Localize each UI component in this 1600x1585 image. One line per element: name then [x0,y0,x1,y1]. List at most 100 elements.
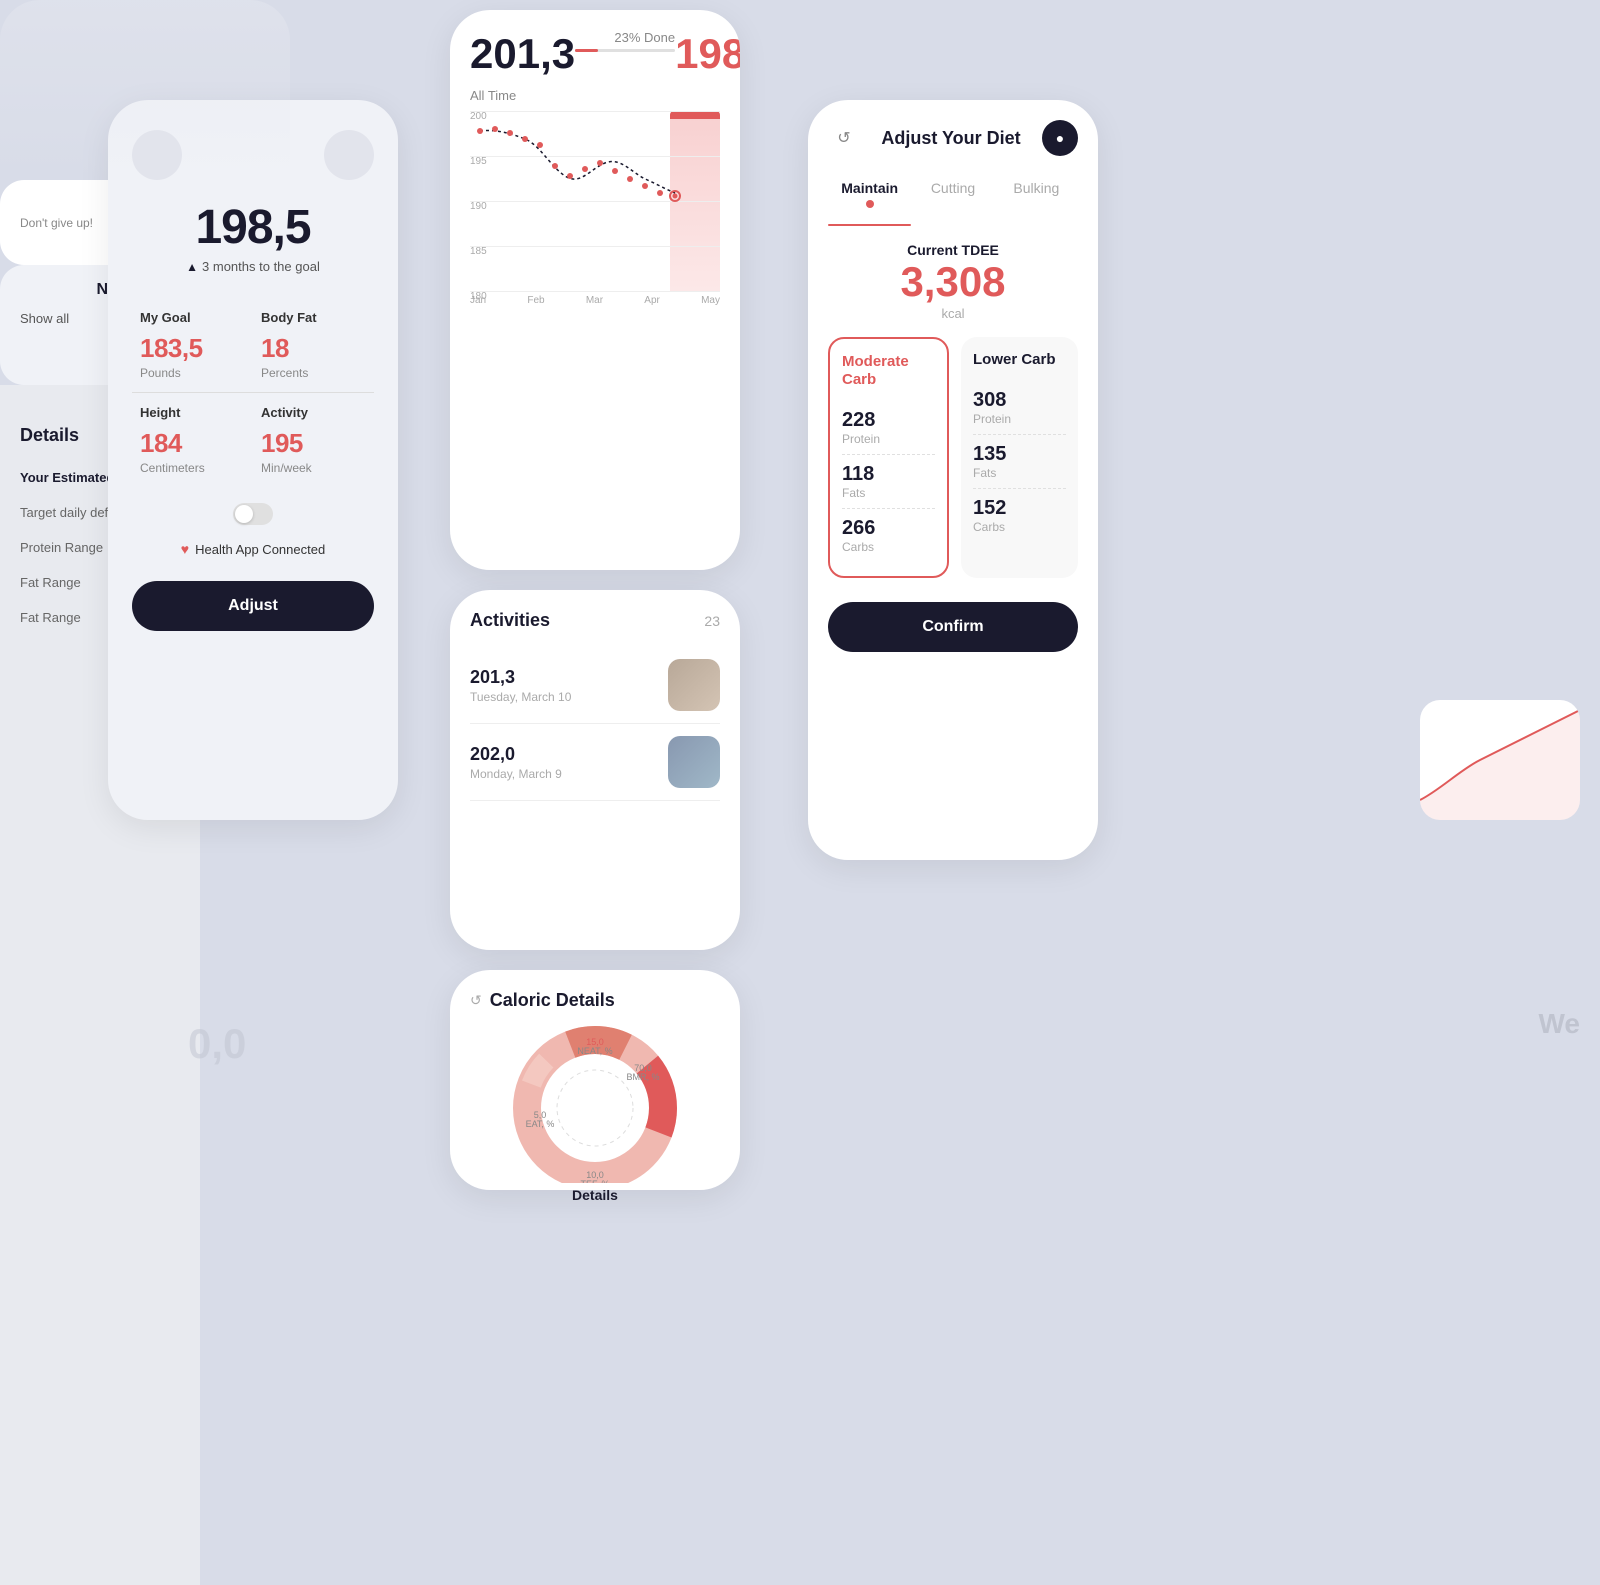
activity-unit: Min/week [261,461,366,475]
diet-settings-button[interactable]: ● [1042,120,1078,156]
diet-tabs: Maintain Cutting Bulking [828,172,1078,204]
panel-chart-peek [1420,700,1580,820]
panel-chart-svg [1420,700,1580,820]
moderate-carbs-value: 266 [842,517,935,540]
goal-text: 3 months to the goal [202,259,320,274]
x-label-may: May [701,295,720,306]
progress-fill [575,49,598,52]
caloric-title: Caloric Details [490,990,615,1011]
diet-card: ↺ Adjust Your Diet ● Maintain Cutting Bu… [808,100,1098,860]
chart-main-value: 201,3 [470,30,575,78]
lower-protein-label: Protein [973,412,1066,426]
tdee-value: 3,308 [828,258,1078,306]
tdee-section: Current TDEE 3,308 kcal [828,242,1078,321]
health-connected: ♥ Health App Connected [181,541,325,557]
avatar-body-2 [668,736,720,788]
tab-bulking[interactable]: Bulking [995,172,1078,204]
x-label-feb: Feb [527,295,544,306]
height-cell: Height 184 Centimeters [132,393,253,487]
chart-time-label: All Time [470,88,720,103]
avatar-body-1 [668,659,720,711]
tab-maintain[interactable]: Maintain [828,172,911,204]
activity-info-2: 202,0 Monday, March 9 [470,744,562,781]
heart-icon: ♥ [181,541,189,557]
tdee-unit: kcal [828,306,1078,321]
svg-text:BMR, %: BMR, % [626,1072,659,1082]
activity-item-1[interactable]: 201,3 Tuesday, March 10 [470,647,720,724]
chart-progress: 23% Done [575,30,675,52]
toggle-row [233,503,273,525]
activities-count: 23 [704,613,720,629]
x-label-apr: Apr [644,295,660,306]
lower-carbs-value: 152 [973,497,1066,520]
health-text: Health App Connected [195,542,325,557]
activity-item-2[interactable]: 202,0 Monday, March 9 [470,724,720,801]
moderate-protein-value: 228 [842,409,935,432]
lower-fats-label: Fats [973,466,1066,480]
lower-carb-card: Lower Carb 308 Protein 135 Fats 152 Carb… [961,337,1078,578]
chart-weight-main: 201,3 [470,30,575,78]
lower-carbs-label: Carbs [973,520,1066,534]
trophy-subtitle: Don't give up! [20,216,93,230]
caloric-details-label: Details [470,1187,720,1203]
my-goal-cell: My Goal 183,5 Pounds [132,298,253,392]
activities-title: Activities [470,610,550,631]
height-value: 184 [140,428,245,459]
chart-svg [470,111,720,291]
chart-area: 200 195 190 185 180 [470,111,720,291]
donut-chart-area: 70,0 BMR, % 15,0 NEAT, % 10,0 TEF, % 5,0… [505,1023,685,1183]
moderate-carb-card: Moderate Carb 228 Protein 118 Fats 266 C… [828,337,949,578]
main-weight: 198,5 [195,200,310,255]
left-phone-card: 198,5 ▲ 3 months to the goal My Goal 183… [108,100,398,820]
moderate-fats-row: 118 Fats [842,455,935,509]
activity-value: 195 [261,428,366,459]
confirm-button[interactable]: Confirm [828,602,1078,652]
caloric-refresh-icon[interactable]: ↺ [470,992,482,1009]
chart-card: 201,3 23% Done 198,5 All Time 200 195 19… [450,10,740,570]
lower-carbs-row: 152 Carbs [973,489,1066,542]
x-axis: Jan Feb Mar Apr May [470,291,720,310]
goal-subtitle: ▲ 3 months to the goal [186,259,320,274]
panel-we-text: We [1539,1008,1581,1040]
tab-underline [828,224,911,226]
diet-refresh-icon[interactable]: ↺ [828,122,860,154]
diet-title: Adjust Your Diet [881,128,1020,149]
moderate-carb-title: Moderate Carb [842,353,935,389]
lower-carb-title: Lower Carb [973,351,1066,369]
donut-svg: 70,0 BMR, % 15,0 NEAT, % 10,0 TEF, % 5,0… [505,1023,685,1183]
moderate-fats-label: Fats [842,486,935,500]
bottom-weight-display: 0,0 [188,1020,246,1068]
macro-cards: Moderate Carb 228 Protein 118 Fats 266 C… [828,337,1078,578]
tab-cutting[interactable]: Cutting [911,172,994,204]
activity-weight-1: 201,3 [470,667,571,688]
activities-card: Activities 23 201,3 Tuesday, March 10 20… [450,590,740,950]
svg-text:NEAT, %: NEAT, % [577,1046,612,1056]
activity-avatar-1 [668,659,720,711]
body-fat-cell: Body Fat 18 Percents [253,298,374,392]
progress-track [575,49,675,52]
lower-protein-value: 308 [973,389,1066,412]
caloric-card: ↺ Caloric Details 70,0 BMR, % 15,0 NEAT,… [450,970,740,1190]
show-all-button[interactable]: Show all [20,311,69,326]
activity-info-1: 201,3 Tuesday, March 10 [470,667,571,704]
body-fat-unit: Percents [261,366,366,380]
adjust-button[interactable]: Adjust [132,581,374,631]
moderate-carbs-row: 266 Carbs [842,509,935,562]
my-goal-value: 183,5 [140,333,245,364]
activity-cell: Activity 195 Min/week [253,393,374,487]
activity-date-2: Monday, March 9 [470,767,562,781]
left-card-reflection [0,0,290,180]
diet-header: ↺ Adjust Your Diet ● [828,120,1078,156]
activity-label: Activity [261,405,366,420]
svg-text:EAT, %: EAT, % [526,1119,555,1129]
lower-fats-row: 135 Fats [973,435,1066,489]
height-unit: Centimeters [140,461,245,475]
tdee-label: Current TDEE [828,242,1078,258]
activity-date-1: Tuesday, March 10 [470,690,571,704]
activities-header: Activities 23 [470,610,720,631]
moderate-fats-value: 118 [842,463,935,486]
chart-header: 201,3 23% Done 198,5 [470,30,720,78]
lower-fats-value: 135 [973,443,1066,466]
body-fat-value: 18 [261,333,366,364]
toggle-pill[interactable] [233,503,273,525]
